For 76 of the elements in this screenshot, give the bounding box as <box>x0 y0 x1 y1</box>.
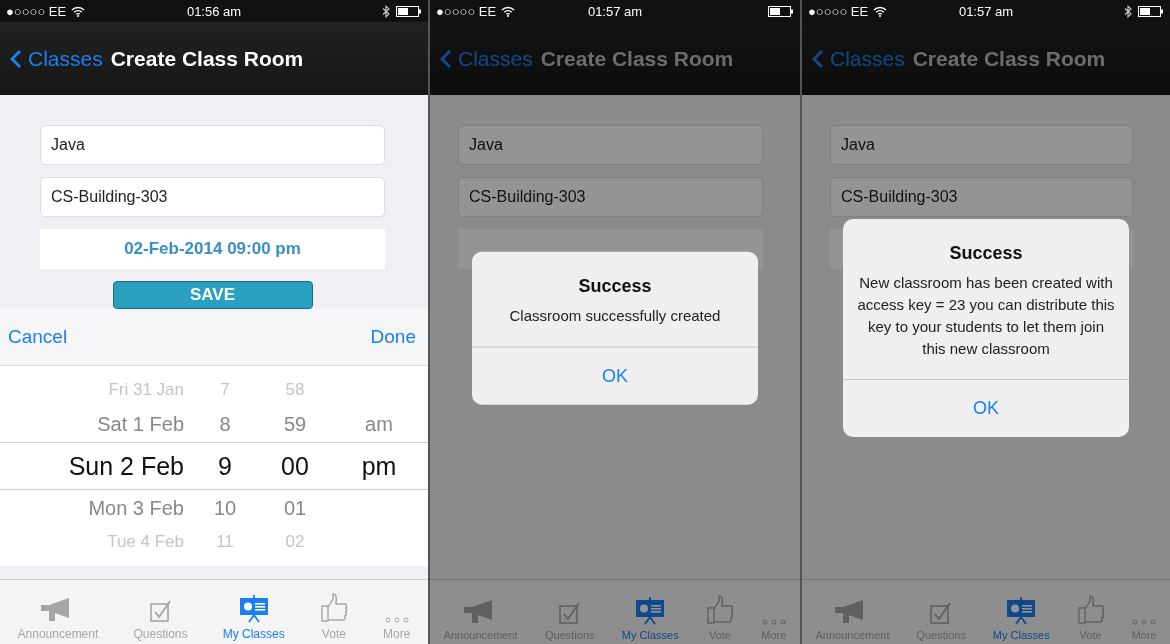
battery-icon <box>396 5 422 17</box>
tab-item[interactable]: More <box>383 580 411 644</box>
battery-icon <box>768 5 794 17</box>
tab-item[interactable]: My Classes <box>222 580 285 644</box>
wifi-icon <box>71 5 86 17</box>
picker-period: am <box>365 412 393 435</box>
thumbs-up-icon <box>705 595 734 625</box>
cancel-button[interactable]: Cancel <box>8 326 68 348</box>
picker-date: Tue 4 Feb <box>106 532 185 552</box>
status-time: 01:57 am <box>587 3 643 19</box>
screen-title: Create Class Room <box>540 46 734 71</box>
picker-date: Sat 1 Feb <box>96 412 185 436</box>
picker-minute: 00 <box>280 451 310 481</box>
ok-button[interactable]: OK <box>843 379 1129 438</box>
chevron-left-icon <box>10 48 22 69</box>
presentation-board-icon <box>1006 597 1037 625</box>
checkbox-icon <box>149 599 172 623</box>
checkbox-icon <box>930 601 953 625</box>
text-field[interactable]: CS-Building-303 <box>830 177 1133 217</box>
chevron-left-icon <box>440 48 452 69</box>
status-time: 01:56 am <box>186 3 242 19</box>
text-field[interactable]: Java <box>830 125 1133 165</box>
thumbs-up-icon <box>1076 595 1105 625</box>
more-dots-icon <box>1132 619 1156 625</box>
alert-title: Success <box>949 243 1023 265</box>
back-button[interactable]: Classes <box>812 46 905 71</box>
picker-minute: 01 <box>282 496 308 520</box>
wifi-icon <box>873 5 888 17</box>
date-time-picker[interactable]: Fri 31 Jan 7 58 Sat 1 Feb 8 59 am Sun 2 Feb 9 00 pm Mon 3 Feb 10 01 Tue 4 Feb 11 02 <box>0 366 428 566</box>
picker-date: Fri 31 Jan <box>107 380 185 400</box>
date-field[interactable]: 02-Feb-2014 09:00 pm <box>40 229 385 269</box>
picker-hour: 11 <box>215 532 235 552</box>
checkbox-icon <box>558 601 581 625</box>
picker-hour: 10 <box>212 496 238 520</box>
alert-message: Classroom successfully created <box>509 306 721 327</box>
picker-date: Sun 2 Feb <box>67 451 185 481</box>
picker-hour: 7 <box>219 380 231 400</box>
alert-message: New classroom has been created with access key = 23 you can distribute this key to your students to let them join this new classroom <box>857 273 1115 359</box>
carrier-text: ●○○○○ EE <box>808 3 869 19</box>
picker-hour: 8 <box>218 412 232 436</box>
carrier-text: ●○○○○ EE <box>6 3 67 19</box>
screen-title: Create Class Room <box>110 46 304 71</box>
tab-item[interactable]: Announcement <box>17 580 99 644</box>
done-button[interactable]: Done <box>370 326 416 348</box>
more-dots-icon <box>384 617 409 623</box>
picker-date: Mon 3 Feb <box>87 496 185 520</box>
battery-icon <box>1138 5 1164 17</box>
back-button[interactable]: Classes <box>440 46 533 71</box>
text-field[interactable]: CS-Building-303 <box>458 177 763 217</box>
text-field[interactable]: Java <box>458 125 763 165</box>
picker-minute: 59 <box>282 412 308 436</box>
chevron-left-icon <box>812 48 824 69</box>
presentation-board-icon <box>238 595 269 623</box>
picker-minute: 58 <box>284 380 306 400</box>
screen-title: Create Class Room <box>912 46 1106 71</box>
bluetooth-icon <box>1124 4 1132 18</box>
thumbs-up-icon <box>319 593 348 623</box>
presentation-board-icon <box>635 597 666 625</box>
more-dots-icon <box>761 619 786 625</box>
picker-minute: 02 <box>284 532 306 552</box>
tab-item[interactable]: Questions <box>133 580 188 644</box>
status-time: 01:57 am <box>958 3 1014 19</box>
back-button[interactable]: Classes <box>10 46 103 71</box>
tab-item[interactable]: My Classes <box>992 580 1050 644</box>
alert-title: Success <box>578 276 652 298</box>
text-field[interactable]: CS-Building-303 <box>40 177 385 217</box>
carrier-text: ●○○○○ EE <box>436 3 497 19</box>
bluetooth-icon <box>382 4 390 18</box>
text-field[interactable]: Java <box>40 125 385 165</box>
picker-period: pm <box>361 451 397 480</box>
save-button[interactable]: SAVE <box>112 281 313 309</box>
ok-button[interactable]: OK <box>472 346 758 405</box>
picker-hour: 9 <box>217 451 233 481</box>
tab-item[interactable]: My Classes <box>621 580 679 644</box>
tab-item[interactable]: Vote <box>319 580 348 644</box>
wifi-icon <box>501 5 516 17</box>
